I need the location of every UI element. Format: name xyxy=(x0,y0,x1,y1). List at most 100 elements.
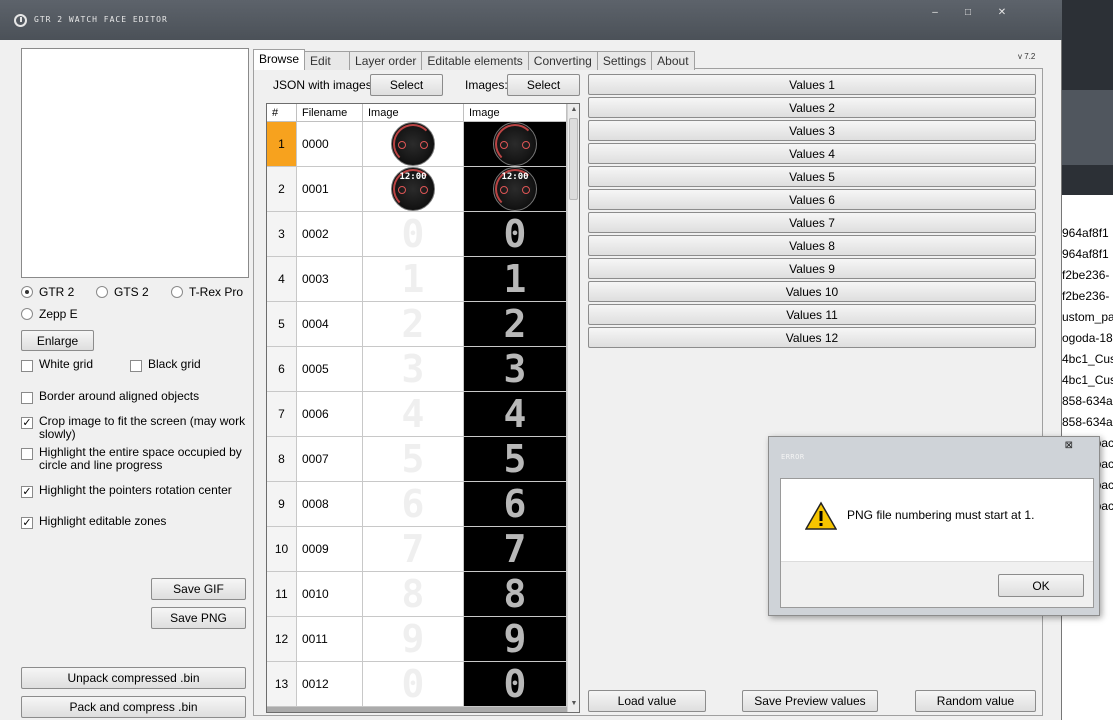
digit-glyph: 0 xyxy=(401,662,425,706)
scroll-up-icon[interactable]: ▲ xyxy=(570,106,578,114)
row-image-preview xyxy=(363,122,464,166)
table-row[interactable]: 5 0004 2 2 xyxy=(267,302,567,347)
tab-layer-order[interactable]: Layer order xyxy=(349,51,423,70)
background-file-name: f2be236- xyxy=(1062,289,1110,303)
radio-dot xyxy=(96,286,108,298)
row-filename: 0002 xyxy=(297,212,363,256)
json-select-button[interactable]: Select xyxy=(370,74,443,96)
check-highlight-pointers[interactable]: ✓ Highlight the pointers rotation center xyxy=(21,484,246,498)
values-button-2[interactable]: Values 2 xyxy=(588,97,1036,118)
watch-time-text: 12:00 xyxy=(501,172,529,182)
header-number: # xyxy=(267,104,297,122)
values-button-11[interactable]: Values 11 xyxy=(588,304,1036,325)
load-value-button[interactable]: Load value xyxy=(588,690,706,712)
values-button-8[interactable]: Values 8 xyxy=(588,235,1036,256)
random-value-button[interactable]: Random value xyxy=(915,690,1036,712)
save-png-button[interactable]: Save PNG xyxy=(151,607,246,629)
table-row[interactable]: 2 0001 12:00 12:00 xyxy=(267,167,567,212)
table-row[interactable]: 13 0012 0 0 xyxy=(267,662,567,707)
digit-glyph: 4 xyxy=(503,392,527,436)
values-button-10[interactable]: Values 10 xyxy=(588,281,1036,302)
check-border-aligned[interactable]: Border around aligned objects xyxy=(21,390,246,404)
checkbox xyxy=(130,360,142,372)
values-button-5[interactable]: Values 5 xyxy=(588,166,1036,187)
row-image-preview: 1 xyxy=(363,257,464,301)
image-grid[interactable]: # Filename Image Image 1 0000 2 0001 12:00 12… xyxy=(266,103,580,713)
scroll-thumb[interactable] xyxy=(569,118,578,200)
row-image-preview-dark: 6 xyxy=(464,482,567,526)
values-button-12[interactable]: Values 12 xyxy=(588,327,1036,348)
scroll-down-icon[interactable]: ▼ xyxy=(570,700,578,708)
grid-scrollbar[interactable]: ▲ ▼ xyxy=(567,104,579,712)
values-button-7[interactable]: Values 7 xyxy=(588,212,1036,233)
background-bar xyxy=(1060,90,1113,165)
table-row[interactable]: 6 0005 3 3 xyxy=(267,347,567,392)
tab-converting[interactable]: Converting xyxy=(527,51,598,70)
save-preview-values-button[interactable]: Save Preview values xyxy=(742,690,878,712)
dialog-close-icon[interactable]: ⊠ xyxy=(1065,440,1073,451)
row-number: 2 xyxy=(267,167,297,211)
tab-about[interactable]: About xyxy=(651,51,695,70)
tab-settings[interactable]: Settings xyxy=(596,51,653,70)
table-row[interactable]: 9 0008 6 6 xyxy=(267,482,567,527)
radio-gts2[interactable]: GTS 2 xyxy=(96,285,149,299)
table-row[interactable]: 10 0009 7 7 xyxy=(267,527,567,572)
digit-glyph: 5 xyxy=(503,437,527,481)
tab-browse[interactable]: Browse xyxy=(253,49,306,70)
radio-trex-pro[interactable]: T-Rex Pro xyxy=(171,285,243,299)
save-gif-button[interactable]: Save GIF xyxy=(151,578,246,600)
ok-button[interactable]: OK xyxy=(998,574,1084,597)
background-file-name: f2be236- xyxy=(1062,268,1110,282)
values-button-4[interactable]: Values 4 xyxy=(588,143,1036,164)
pack-bin-button[interactable]: Pack and compress .bin xyxy=(21,696,246,718)
row-filename: 0005 xyxy=(297,347,363,391)
table-row[interactable]: 1 0000 xyxy=(267,122,567,167)
error-dialog: ERROR ⊠ PNG file numbering must start at… xyxy=(768,436,1100,616)
table-row[interactable]: 8 0007 5 5 xyxy=(267,437,567,482)
values-button-6[interactable]: Values 6 xyxy=(588,189,1036,210)
tab-editable-elements[interactable]: Editable elements xyxy=(421,51,529,70)
unpack-bin-button[interactable]: Unpack compressed .bin xyxy=(21,667,246,689)
row-image-preview-dark: 5 xyxy=(464,437,567,481)
row-number: 13 xyxy=(267,662,297,706)
digit-glyph: 9 xyxy=(503,617,527,661)
table-row[interactable]: 3 0002 0 0 xyxy=(267,212,567,257)
close-button[interactable]: ✕ xyxy=(990,6,1014,20)
row-number: 10 xyxy=(267,527,297,571)
table-row[interactable]: 7 0006 4 4 xyxy=(267,392,567,437)
maximize-button[interactable]: □ xyxy=(956,6,980,20)
row-number: 4 xyxy=(267,257,297,301)
minimize-button[interactable]: – xyxy=(923,6,947,20)
enlarge-button[interactable]: Enlarge xyxy=(21,330,94,351)
check-black-grid[interactable]: Black grid xyxy=(130,358,201,372)
row-image-preview-dark: 9 xyxy=(464,617,567,661)
header-filename: Filename xyxy=(297,104,363,122)
table-row[interactable]: 4 0003 1 1 xyxy=(267,257,567,302)
check-white-grid[interactable]: White grid xyxy=(21,358,93,372)
values-button-1[interactable]: Values 1 xyxy=(588,74,1036,95)
radio-dot xyxy=(21,286,33,298)
tab-bar: Browse Edit Layer order Editable element… xyxy=(253,49,695,70)
images-select-button[interactable]: Select xyxy=(507,74,580,96)
row-image-preview: 0 xyxy=(363,212,464,256)
header-image-dark: Image xyxy=(464,104,567,122)
warning-icon xyxy=(805,501,837,530)
digit-glyph: 8 xyxy=(503,572,527,616)
values-button-9[interactable]: Values 9 xyxy=(588,258,1036,279)
tab-edit[interactable]: Edit xyxy=(304,51,351,70)
radio-zepp-e[interactable]: Zepp E xyxy=(21,307,78,321)
table-row[interactable]: 11 0010 8 8 xyxy=(267,572,567,617)
row-filename: 0009 xyxy=(297,527,363,571)
table-row[interactable]: 12 0011 9 9 xyxy=(267,617,567,662)
row-number: 6 xyxy=(267,347,297,391)
check-highlight-space[interactable]: Highlight the entire space occupied by c… xyxy=(21,446,246,472)
json-images-label: JSON with images: xyxy=(273,78,376,92)
radio-gtr2[interactable]: GTR 2 xyxy=(21,285,74,299)
values-button-3[interactable]: Values 3 xyxy=(588,120,1036,141)
check-highlight-editable[interactable]: ✓ Highlight editable zones xyxy=(21,515,246,529)
digit-glyph: 3 xyxy=(503,347,527,391)
row-image-preview: 0 xyxy=(363,662,464,706)
row-image-preview: 2 xyxy=(363,302,464,346)
watch-face-thumbnail xyxy=(493,122,537,166)
check-crop-image[interactable]: ✓ Crop image to fit the screen (may work … xyxy=(21,415,246,441)
